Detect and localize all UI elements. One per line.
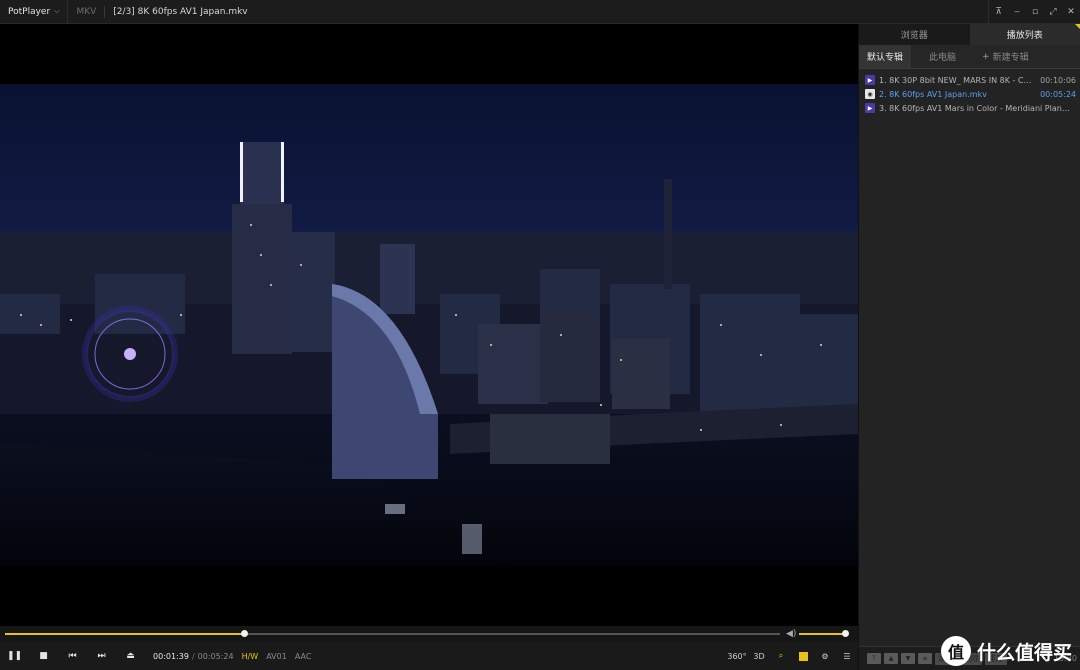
- title-bar: PotPlayer ⌵ MKV [2/3] 8K 60fps AV1 Japan…: [0, 0, 1080, 24]
- seek-handle[interactable]: [240, 630, 248, 637]
- sidebar-tabs: 浏览器 播放列表: [859, 24, 1080, 45]
- hw-decoder-badge[interactable]: H/W: [242, 652, 259, 661]
- settings-gear-icon[interactable]: ⚙: [814, 642, 836, 670]
- video-file-icon: ▶: [865, 75, 875, 85]
- playlist: ▶ 1. 8K 30P 8bit NEW_ MARS IN 8K - Color…: [859, 69, 1080, 115]
- previous-icon[interactable]: ⏮: [58, 642, 87, 670]
- watermark: 值 什么值得买: [940, 636, 1072, 666]
- playlist-menu-icon[interactable]: ☰: [836, 642, 858, 670]
- vr-360-button[interactable]: 360°: [726, 642, 748, 670]
- maximize-icon[interactable]: ▫: [1026, 0, 1044, 24]
- playlist-item-duration: 00:10:06: [1040, 75, 1076, 85]
- audio-codec-badge[interactable]: AAC: [295, 652, 312, 661]
- sidebar-panel: 浏览器 播放列表 默认专辑 此电脑 + 新建专辑 ▶ 1. 8K 30P 8bi…: [858, 24, 1080, 670]
- playlist-item-title: 1. 8K 30P 8bit NEW_ MARS IN 8K - Colors …: [879, 75, 1036, 85]
- seek-bar-area: ◀): [0, 626, 858, 642]
- move-up-icon[interactable]: ▲: [884, 653, 898, 664]
- volume-fill: [799, 633, 846, 635]
- plus-icon: +: [982, 51, 990, 62]
- video-frame: [0, 84, 858, 566]
- subtitle-icon[interactable]: [792, 642, 814, 670]
- file-title: [2/3] 8K 60fps AV1 Japan.mkv: [113, 6, 248, 17]
- new-album-button[interactable]: + 新建专辑: [974, 45, 1037, 68]
- move-top-icon[interactable]: ⤒: [867, 653, 881, 664]
- control-bar: ❚❚ ■ ⏮ ⏭ ⏏ 00:01:39 / 00:05:24 H/W AV01 …: [0, 642, 858, 670]
- time-current: 00:01:39: [153, 651, 189, 661]
- fullscreen-icon[interactable]: ⤢: [1044, 0, 1062, 24]
- seek-bar[interactable]: [5, 630, 780, 637]
- 3d-button[interactable]: 3D: [748, 642, 770, 670]
- playlist-item-title: 3. 8K 60fps AV1 Mars in Color - Meridian…: [879, 103, 1072, 113]
- now-playing-icon: ◉: [865, 89, 875, 99]
- time-separator: /: [191, 651, 195, 661]
- tab-playlist[interactable]: 播放列表: [969, 24, 1080, 45]
- eject-icon[interactable]: ⏏: [116, 642, 145, 670]
- window-controls: ⊼ ‒ ▫ ⤢ ✕: [988, 0, 1080, 24]
- subtitle-search-icon[interactable]: ⌕: [770, 642, 792, 670]
- pause-icon[interactable]: ❚❚: [0, 642, 29, 670]
- tab-browser[interactable]: 浏览器: [859, 24, 970, 45]
- next-icon[interactable]: ⏭: [87, 642, 116, 670]
- watermark-text: 什么值得买: [976, 641, 1072, 664]
- format-label: MKV: [76, 6, 97, 17]
- playlist-item-current[interactable]: ◉ 2. 8K 60fps AV1 Japan.mkv 00:05:24: [859, 87, 1080, 101]
- video-file-icon: ▶: [865, 103, 875, 113]
- night-city-image: [0, 84, 858, 566]
- volume-slider[interactable]: [799, 630, 850, 637]
- seek-bar-fill: [5, 633, 244, 635]
- menu-icon[interactable]: ≡: [918, 653, 932, 664]
- volume-icon[interactable]: ◀): [786, 629, 796, 639]
- playlist-item[interactable]: ▶ 1. 8K 30P 8bit NEW_ MARS IN 8K - Color…: [859, 73, 1080, 87]
- stop-icon[interactable]: ■: [29, 642, 58, 670]
- tab-default-album[interactable]: 默认专辑: [859, 45, 912, 68]
- pin-icon[interactable]: ⊼: [988, 0, 1008, 24]
- move-down-icon[interactable]: ▼: [901, 653, 915, 664]
- playlist-item-duration: 00:05:24: [1040, 89, 1076, 99]
- minimize-icon[interactable]: ‒: [1008, 0, 1026, 24]
- control-bar-right: 360° 3D ⌕ ⚙ ☰: [726, 642, 858, 670]
- chevron-down-icon: ⌵: [54, 7, 60, 15]
- playlist-item-title: 2. 8K 60fps AV1 Japan.mkv: [879, 89, 987, 99]
- app-name: PotPlayer: [8, 6, 51, 17]
- app-menu-button[interactable]: PotPlayer ⌵: [0, 0, 69, 24]
- playlist-item[interactable]: ▶ 3. 8K 60fps AV1 Mars in Color - Meridi…: [859, 101, 1080, 115]
- close-icon[interactable]: ✕: [1062, 0, 1080, 24]
- new-album-label: 新建专辑: [992, 53, 1029, 63]
- time-total: 00:05:24: [197, 651, 234, 661]
- video-area[interactable]: [0, 24, 858, 626]
- video-codec-badge[interactable]: AV01: [266, 652, 287, 661]
- tab-this-pc[interactable]: 此电脑: [911, 45, 974, 68]
- album-tabs: 默认专辑 此电脑 + 新建专辑: [859, 45, 1080, 69]
- volume-handle[interactable]: [842, 630, 850, 637]
- watermark-logo-icon: 值: [940, 636, 971, 666]
